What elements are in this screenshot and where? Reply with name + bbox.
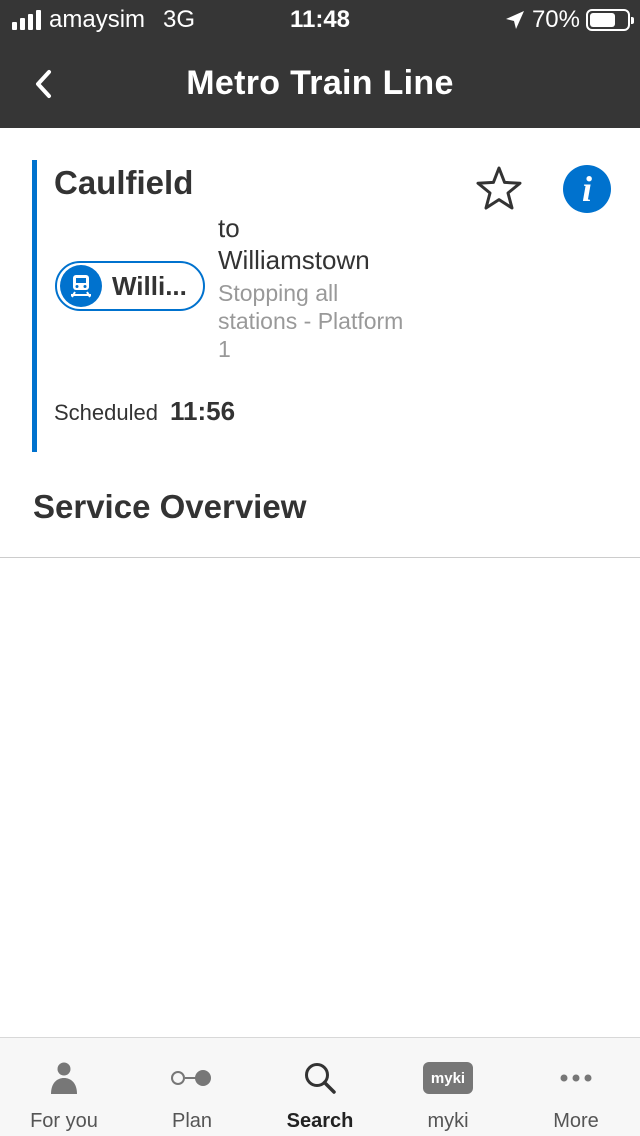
route-badge[interactable]: Willi...	[55, 261, 205, 311]
origin-station: Caulfield	[54, 164, 194, 201]
favourite-star-icon[interactable]	[474, 164, 524, 214]
tab-myki[interactable]: myki myki	[384, 1038, 512, 1136]
to-label: to	[218, 213, 240, 243]
battery-fill	[590, 13, 616, 27]
tab-plan[interactable]: Plan	[128, 1038, 256, 1136]
location-arrow-icon	[505, 11, 524, 29]
nav-header: Metro Train Line	[0, 40, 640, 128]
tab-more[interactable]: More	[512, 1038, 640, 1136]
info-icon[interactable]: i	[563, 165, 611, 213]
stopping-pattern: Stopping all stations - Platform 1	[218, 280, 404, 362]
tab-label: Search	[286, 1110, 354, 1132]
scheduled-row: Scheduled 11:56	[54, 396, 235, 427]
destination-name: Williamstown	[218, 245, 370, 275]
status-bar: amaysim 3G 11:48 70%	[0, 0, 640, 40]
tab-label: Plan	[171, 1110, 213, 1132]
plan-icon	[171, 1070, 211, 1086]
tab-for-you[interactable]: For you	[0, 1038, 128, 1136]
tab-search[interactable]: Search	[256, 1038, 384, 1136]
status-right: 70%	[504, 6, 634, 34]
destination-block: to Williamstown Stopping all stations - …	[218, 212, 418, 363]
battery-icon	[586, 9, 634, 31]
more-icon	[560, 1074, 592, 1082]
tab-label: For you	[30, 1110, 98, 1132]
departure-card: Caulfield i Willi... to Williamstown Sto…	[32, 160, 622, 452]
scheduled-label: Scheduled	[54, 400, 158, 425]
train-icon	[60, 265, 102, 307]
page-title: Metro Train Line	[186, 64, 454, 102]
myki-icon-text: myki	[430, 1069, 466, 1087]
divider	[0, 557, 640, 558]
tab-label: More	[553, 1110, 599, 1132]
myki-icon: myki	[423, 1062, 473, 1094]
tab-label: myki	[427, 1110, 469, 1132]
battery-percent: 70%	[531, 6, 580, 33]
search-icon	[305, 1063, 336, 1094]
tab-bar: For you Plan Search myki myki More	[0, 1037, 640, 1136]
route-badge-label: Willi...	[112, 270, 187, 301]
section-title: Service Overview	[33, 488, 307, 525]
person-icon	[51, 1062, 77, 1094]
scheduled-time: 11:56	[169, 396, 236, 426]
